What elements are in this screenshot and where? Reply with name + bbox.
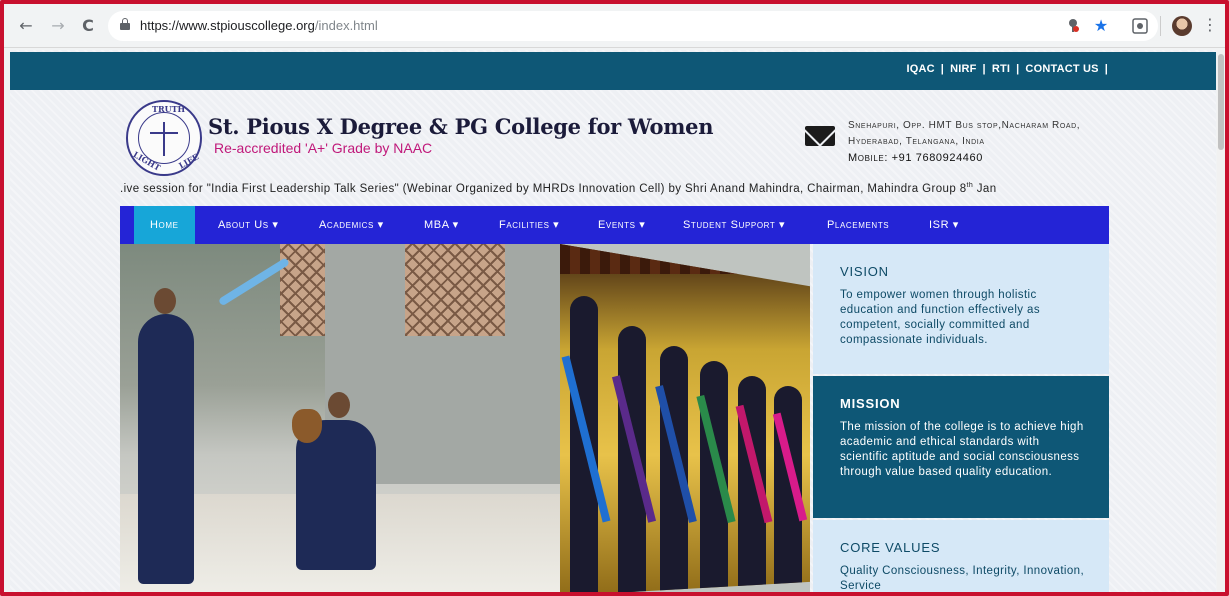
top-link-separator: | bbox=[940, 63, 945, 75]
browser-menu-icon[interactable]: ⋮ bbox=[1202, 15, 1218, 35]
vision-panel: VISION To empower women through holistic… bbox=[813, 244, 1109, 374]
top-link-rti[interactable]: RTI bbox=[992, 63, 1010, 75]
nav-isr[interactable]: ISR ▾ bbox=[929, 206, 959, 244]
address-bar[interactable]: https://www.stpiouscollege.org/index.htm… bbox=[108, 11, 1158, 41]
browser-window: ← → C https://www.stpiouscollege.org/ind… bbox=[0, 0, 1229, 596]
nav-placements[interactable]: Placements bbox=[827, 206, 889, 244]
accreditation-text: Re-accredited 'A+' Grade by NAAC bbox=[214, 140, 433, 156]
nav-about-us[interactable]: About Us ▾ bbox=[218, 206, 278, 244]
news-ticker[interactable]: .ive session for "India First Leadership… bbox=[120, 182, 1110, 200]
mobile-number: Mobile: +91 7680924460 bbox=[848, 152, 983, 164]
batter-head bbox=[154, 288, 176, 314]
page-scrollbar[interactable] bbox=[1217, 50, 1225, 592]
top-links-bar: IQAC | NIRF | RTI | CONTACT US | bbox=[10, 52, 1216, 90]
password-key-icon[interactable] bbox=[1064, 17, 1082, 35]
scrollbar-thumb[interactable] bbox=[1218, 54, 1224, 150]
top-link-separator: | bbox=[1104, 63, 1108, 75]
hero-slideshow[interactable] bbox=[120, 244, 810, 592]
vision-title: VISION bbox=[840, 264, 889, 279]
nav-home[interactable]: Home bbox=[134, 206, 195, 244]
news-ticker-text: .ive session for "India First Leadership… bbox=[120, 182, 967, 195]
nav-mba[interactable]: MBA ▾ bbox=[424, 206, 459, 244]
page-viewport: IQAC | NIRF | RTI | CONTACT US | TRUTH LIGHT LI… bbox=[10, 50, 1216, 592]
batter-figure bbox=[138, 314, 194, 584]
window-grille bbox=[405, 244, 505, 336]
toolbar-divider bbox=[1160, 16, 1161, 36]
address-line-2: Hyderabad, Telangana, India bbox=[848, 136, 985, 147]
glove bbox=[292, 409, 322, 443]
core-values-panel: CORE VALUES Quality Consciousness, Integ… bbox=[813, 520, 1109, 592]
top-link-separator: | bbox=[1016, 63, 1020, 75]
top-link-iqac[interactable]: IQAC bbox=[906, 63, 934, 75]
news-ticker-tail: Jan bbox=[973, 182, 997, 195]
top-link-separator: | bbox=[982, 63, 986, 75]
college-logo[interactable]: TRUTH LIGHT LIFE bbox=[126, 100, 202, 176]
url-text[interactable]: https://www.stpiouscollege.org/index.htm… bbox=[140, 18, 378, 33]
address-line-1: Snehapuri, Opp. HMT Bus stop,Nacharam Ro… bbox=[848, 120, 1081, 131]
profile-avatar[interactable] bbox=[1172, 16, 1192, 36]
top-links: IQAC | NIRF | RTI | CONTACT US | bbox=[906, 63, 1114, 75]
catcher-head bbox=[328, 392, 350, 418]
core-values-title: CORE VALUES bbox=[840, 540, 941, 555]
top-link-nirf[interactable]: NIRF bbox=[950, 63, 976, 75]
top-link-contact-us[interactable]: CONTACT US bbox=[1025, 63, 1098, 75]
seal-cross-bar bbox=[150, 132, 178, 134]
core-values-text: Quality Consciousness, Integrity, Innova… bbox=[840, 565, 1085, 592]
mission-panel: MISSION The mission of the college is to… bbox=[813, 376, 1109, 518]
main-navigation: Home About Us ▾ Academics ▾ MBA ▾ Facili… bbox=[120, 206, 1109, 244]
nav-facilities[interactable]: Facilities ▾ bbox=[499, 206, 559, 244]
reload-icon[interactable]: C bbox=[78, 16, 98, 36]
url-domain: https://www.stpiouscollege.org bbox=[140, 18, 315, 33]
vision-text: To empower women through holistic educat… bbox=[840, 289, 1040, 346]
stage-curtain bbox=[560, 244, 810, 274]
student-leaders-photo bbox=[560, 244, 810, 592]
browser-toolbar: ← → C https://www.stpiouscollege.org/ind… bbox=[4, 4, 1225, 48]
envelope-icon bbox=[805, 126, 835, 146]
nav-academics[interactable]: Academics ▾ bbox=[319, 206, 384, 244]
nav-events[interactable]: Events ▾ bbox=[598, 206, 645, 244]
seal-cross-icon bbox=[163, 122, 165, 156]
mission-title: MISSION bbox=[840, 396, 901, 411]
college-name: St. Pious X Degree & PG College for Wome… bbox=[208, 114, 714, 139]
extension-icon[interactable] bbox=[1131, 17, 1149, 35]
nav-student-support[interactable]: Student Support ▾ bbox=[683, 206, 785, 244]
window-grille bbox=[280, 244, 325, 336]
lock-icon bbox=[120, 18, 130, 30]
sports-photo bbox=[120, 244, 560, 592]
url-path: /index.html bbox=[314, 18, 378, 33]
address: Snehapuri, Opp. HMT Bus stop,Nacharam Ro… bbox=[848, 118, 1116, 150]
bookmark-star-icon[interactable]: ★ bbox=[1092, 17, 1110, 35]
mission-text: The mission of the college is to achieve… bbox=[840, 421, 1084, 478]
forward-arrow-icon[interactable]: → bbox=[48, 16, 68, 36]
back-arrow-icon[interactable]: ← bbox=[16, 16, 36, 36]
